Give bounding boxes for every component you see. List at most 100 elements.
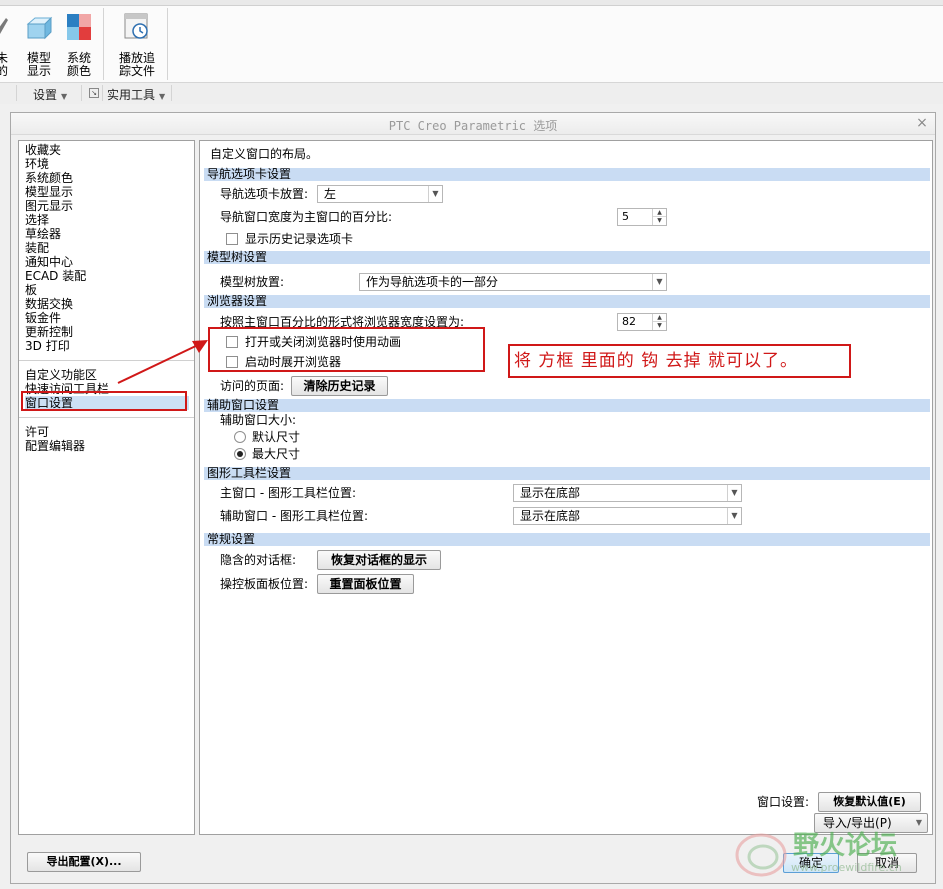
model-display-icon <box>26 16 53 40</box>
reset-panels-button[interactable]: 重置面板位置 <box>317 574 414 594</box>
show-history-tab-checkbox[interactable] <box>226 233 238 245</box>
model-display-button[interactable]: 模型 显示 <box>17 10 61 80</box>
restore-dialogs-button[interactable]: 恢复对话框的显示 <box>317 550 441 570</box>
section-header-model-tree: 模型树设置 <box>204 251 930 264</box>
dialog-title: PTC Creo Parametric 选项 <box>388 119 558 133</box>
aux-toolbar-position-select[interactable]: 显示在底部 ▼ <box>513 507 742 525</box>
category-divider <box>19 417 194 418</box>
settings-pane: 自定义窗口的布局。 导航选项卡设置 导航选项卡放置: 左 ▼ 导航窗口宽度为主窗… <box>199 140 933 835</box>
section-header-browser: 浏览器设置 <box>204 295 930 308</box>
dialog-launcher-icon[interactable]: ↘ <box>89 88 99 98</box>
system-colors-icon <box>67 14 91 40</box>
nav-width-value: 5 <box>622 210 629 223</box>
restore-defaults-button[interactable]: 恢复默认值(E) <box>818 792 921 812</box>
highlight-box-browser-checkboxes <box>208 327 485 372</box>
spin-down-icon[interactable]: ▼ <box>653 322 666 330</box>
utilities-group-label[interactable]: 实用工具 ▼ <box>107 86 165 103</box>
group-separator <box>102 85 103 101</box>
system-colors-label-1: 系统 <box>66 51 91 65</box>
category-data-exchange[interactable]: 数据交换 <box>25 297 189 311</box>
spinner-arrows: ▲ ▼ <box>652 314 666 330</box>
play-trail-icon <box>124 13 148 39</box>
category-assembly[interactable]: 装配 <box>25 241 189 255</box>
close-icon[interactable]: × <box>915 116 929 130</box>
section-header-aux-window: 辅助窗口设置 <box>204 399 930 412</box>
model-display-label-1: 模型 <box>26 51 51 65</box>
ribbon-group-bar: 设置 ▼ ↘ 实用工具 ▼ <box>0 82 943 104</box>
category-model-display[interactable]: 模型显示 <box>25 185 189 199</box>
main-toolbar-position-value: 显示在底部 <box>520 486 581 500</box>
aux-size-label: 辅助窗口大小: <box>220 413 297 427</box>
tree-placement-value: 作为导航选项卡的一部分 <box>366 275 499 289</box>
category-environment[interactable]: 环境 <box>25 157 189 171</box>
section-header-navigation: 导航选项卡设置 <box>204 168 930 181</box>
spin-up-icon[interactable]: ▲ <box>653 314 666 322</box>
spin-down-icon[interactable]: ▼ <box>653 217 666 225</box>
clear-history-button[interactable]: 清除历史记录 <box>291 376 388 396</box>
category-notification[interactable]: 通知中心 <box>25 255 189 269</box>
category-sheetmetal[interactable]: 钣金件 <box>25 311 189 325</box>
page-intro: 自定义窗口的布局。 <box>210 147 319 161</box>
section-header-graphics-toolbar: 图形工具栏设置 <box>204 467 930 480</box>
hidden-dialogs-label: 隐含的对话框: <box>220 553 297 567</box>
nav-width-label: 导航窗口宽度为主窗口的百分比: <box>220 210 393 224</box>
export-config-button[interactable]: 导出配置(X)... <box>27 852 141 872</box>
category-ecad-assembly[interactable]: ECAD 装配 <box>25 269 189 283</box>
ribbon-top-strip <box>0 0 943 6</box>
category-license[interactable]: 许可 <box>25 425 189 439</box>
browser-width-spinner[interactable]: 82 ▲ ▼ <box>617 313 667 331</box>
category-entity-display[interactable]: 图元显示 <box>25 199 189 213</box>
watermark-text: 野火论坛 <box>793 831 898 861</box>
settings-group-text: 设置 <box>33 88 58 102</box>
dropdown-arrow-icon: ▼ <box>159 92 166 101</box>
max-size-label: 最大尺寸 <box>252 447 301 461</box>
ribbon: 未 的 模型 显示 系统 颜色 播放追 踪文件 设置 ▼ ↘ 实用工具 ▼ <box>0 0 943 104</box>
dialog-titlebar[interactable]: PTC Creo Parametric 选项 × <box>11 113 935 135</box>
partial-ribbon-button[interactable]: 未 的 <box>0 10 14 80</box>
tree-placement-select[interactable]: 作为导航选项卡的一部分 ▼ <box>359 273 667 291</box>
play-trail-file-button[interactable]: 播放追 踪文件 <box>113 10 161 80</box>
spin-up-icon[interactable]: ▲ <box>653 209 666 217</box>
group-separator <box>16 85 17 101</box>
max-size-radio[interactable] <box>234 448 246 460</box>
forum-logo-icon <box>735 833 787 877</box>
spinner-arrows: ▲ ▼ <box>652 209 666 225</box>
settings-group-label[interactable]: 设置 ▼ <box>33 86 67 103</box>
category-sketcher[interactable]: 草绘器 <box>25 227 189 241</box>
dropdown-arrow-icon: ▼ <box>61 92 68 101</box>
default-size-label: 默认尺寸 <box>252 430 301 444</box>
system-colors-button[interactable]: 系统 颜色 <box>57 10 101 80</box>
play-trail-label-1: 播放追 <box>118 51 155 65</box>
section-header-general: 常规设置 <box>204 533 930 546</box>
nav-placement-value: 左 <box>324 187 337 201</box>
chevron-down-icon: ▼ <box>428 186 442 202</box>
category-selection[interactable]: 选择 <box>25 213 189 227</box>
highlight-box-window-settings <box>21 391 187 411</box>
default-size-radio[interactable] <box>234 431 246 443</box>
tree-placement-label: 模型树放置: <box>220 275 285 289</box>
category-board[interactable]: 板 <box>25 283 189 297</box>
nav-width-spinner[interactable]: 5 ▲ ▼ <box>617 208 667 226</box>
aux-toolbar-position-label: 辅助窗口 - 图形工具栏位置: <box>220 509 369 523</box>
chevron-down-icon: ▼ <box>727 508 741 524</box>
dashboard-position-label: 操控板面板位置: <box>220 577 309 591</box>
annotation-arrow-icon <box>117 340 208 384</box>
play-trail-label-2: 踪文件 <box>118 64 155 78</box>
window-settings-footer-label: 窗口设置: <box>757 795 810 809</box>
group-separator <box>81 85 82 101</box>
watermark-url: www.proewildfire.cn <box>791 861 902 874</box>
chevron-down-icon: ▼ <box>727 485 741 501</box>
nav-placement-label: 导航选项卡放置: <box>220 187 309 201</box>
category-config-editor[interactable]: 配置编辑器 <box>25 439 189 453</box>
main-toolbar-position-label: 主窗口 - 图形工具栏位置: <box>220 486 357 500</box>
partial-label-1: 未 <box>0 51 9 65</box>
main-toolbar-position-select[interactable]: 显示在底部 ▼ <box>513 484 742 502</box>
group-separator <box>171 85 172 101</box>
nav-placement-select[interactable]: 左 ▼ <box>317 185 443 203</box>
annotation-note: 将 方框 里面的 钩 去掉 就可以了。 <box>514 351 799 371</box>
visited-pages-label: 访问的页面: <box>220 379 285 393</box>
category-favorites[interactable]: 收藏夹 <box>25 143 189 157</box>
options-dialog: PTC Creo Parametric 选项 × 收藏夹 环境 系统颜色 模型显… <box>10 112 936 884</box>
category-system-colors[interactable]: 系统颜色 <box>25 171 189 185</box>
ribbon-separator <box>167 8 168 80</box>
